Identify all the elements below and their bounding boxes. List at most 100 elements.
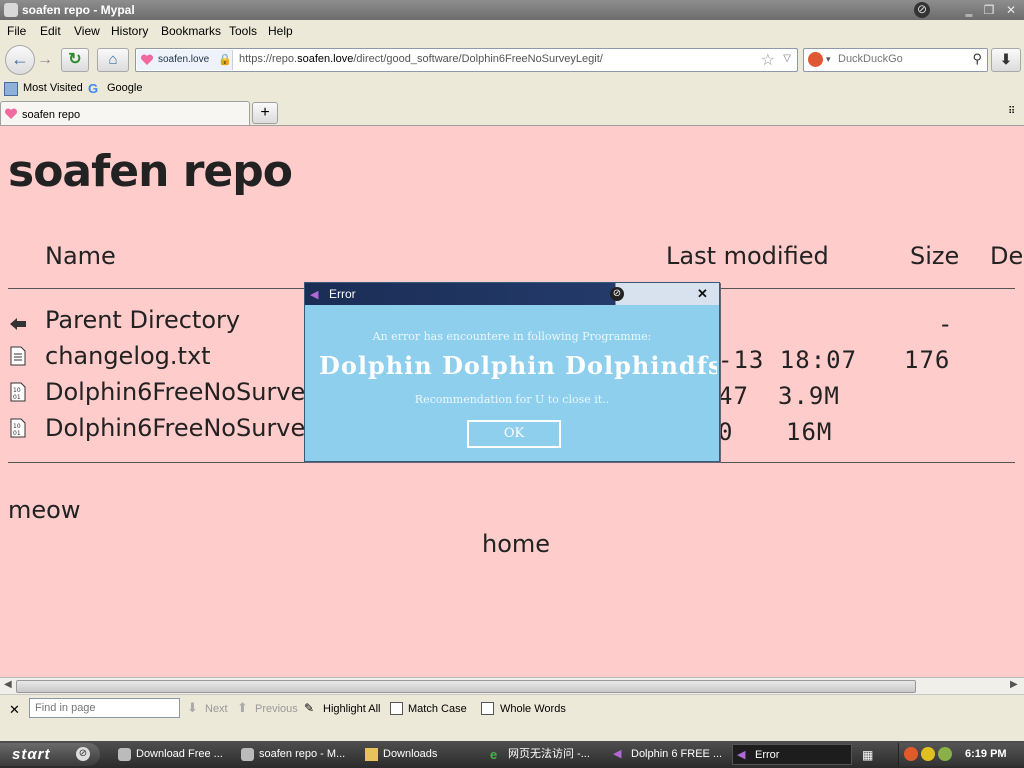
bookmarks-toolbar: Most Visited G Google	[0, 79, 1024, 99]
dialog-title: Error	[329, 287, 356, 301]
menu-history[interactable]: History	[111, 24, 148, 38]
column-header-last-modified[interactable]: Last modified	[666, 242, 829, 270]
reload-icon: ↻	[68, 51, 82, 68]
bookmark-google[interactable]: Google	[107, 82, 142, 94]
scrollbar-thumb[interactable]	[16, 680, 916, 693]
reload-button[interactable]: ↻	[61, 48, 89, 72]
file-size: 16M	[786, 418, 833, 446]
highlighter-icon: ✎	[304, 701, 315, 715]
file-link-changelog[interactable]: changelog.txt	[45, 342, 211, 370]
match-case-label[interactable]: Match Case	[408, 703, 467, 715]
find-next-button[interactable]: Next	[205, 703, 228, 715]
whole-words-label[interactable]: Whole Words	[500, 703, 566, 715]
forward-arrow-icon: →	[37, 51, 53, 68]
file-modified: -13 18:07	[718, 346, 858, 374]
mypal-icon	[241, 748, 254, 761]
task-ie-error-page[interactable]: e 网页无法访问 -...	[486, 744, 604, 765]
find-input[interactable]	[29, 698, 180, 718]
tab-label: soafen repo	[22, 109, 81, 121]
find-bar: ✕ ⬇ Next ⬆ Previous ✎ Highlight All Matc…	[0, 694, 1024, 723]
column-header-size[interactable]: Size	[910, 242, 959, 270]
task-soafen-repo[interactable]: soafen repo - M...	[237, 744, 355, 765]
find-previous-button[interactable]: Previous	[255, 703, 298, 715]
tray-app-icon[interactable]	[938, 747, 952, 761]
task-error[interactable]: ◀ Error	[732, 744, 852, 765]
minimize-button[interactable]: ‗	[962, 3, 976, 17]
column-header-description[interactable]: Des	[990, 242, 1024, 270]
site-identity-label: soafen.love	[158, 54, 210, 65]
file-link-dolphin-2[interactable]: Dolphin6FreeNoSurveyLe	[45, 414, 347, 442]
url-prefix: https://repo.	[239, 53, 298, 65]
bookmark-star-icon[interactable]: ☆	[761, 50, 775, 70]
keyboard-icon[interactable]: ▦	[862, 748, 873, 762]
close-button[interactable]: ✕	[1004, 3, 1018, 17]
column-header-name[interactable]: Name	[45, 242, 116, 270]
dialog-titlebar[interactable]: ◀ Error ⊘ ✕	[305, 283, 719, 305]
search-engine-dropdown-icon[interactable]: ▾	[826, 54, 831, 65]
match-case-checkbox[interactable]	[390, 702, 403, 715]
binary-file-icon: 1001	[10, 382, 26, 402]
tab-list-icon[interactable]: ⠿	[1008, 106, 1015, 117]
file-modified: 0	[718, 418, 734, 446]
bookmark-most-visited[interactable]: Most Visited	[23, 82, 83, 94]
menu-bookmarks[interactable]: Bookmarks	[161, 24, 221, 38]
task-label: Dolphin 6 FREE ...	[631, 748, 723, 760]
binary-file-icon: 1001	[10, 418, 26, 438]
heart-favicon-icon	[4, 108, 18, 119]
tray-app-icon[interactable]	[904, 747, 918, 761]
home-link[interactable]: home	[482, 530, 550, 558]
most-visited-icon	[4, 82, 18, 96]
dialog-help-icon[interactable]: ⊘	[610, 287, 624, 301]
highlight-all-button[interactable]: Highlight All	[323, 703, 380, 715]
tray-app-icon[interactable]	[921, 747, 935, 761]
menu-tools[interactable]: Tools	[229, 24, 257, 38]
start-orb-icon: ⊘	[76, 747, 90, 761]
menu-file[interactable]: File	[7, 24, 26, 38]
help-icon[interactable]: ⊘	[914, 2, 930, 18]
url-text[interactable]: https://repo.soafen.love/direct/good_sof…	[239, 53, 603, 65]
back-folder-icon	[10, 318, 26, 330]
tab-soafen-repo[interactable]: soafen repo	[0, 101, 250, 125]
home-button[interactable]: ⌂	[97, 48, 129, 72]
maximize-button[interactable]: ❐	[982, 3, 996, 17]
search-input[interactable]	[838, 53, 958, 65]
new-tab-button[interactable]: +	[252, 102, 278, 124]
file-size: 3.9M	[778, 382, 840, 410]
task-dolphin-free[interactable]: ◀ Dolphin 6 FREE ...	[609, 744, 727, 765]
menu-bar: File Edit View History Bookmarks Tools H…	[0, 20, 1024, 41]
svg-text:10: 10	[13, 423, 21, 430]
downloads-button[interactable]: ⬇	[991, 48, 1021, 72]
scroll-right-icon[interactable]: ▶	[1010, 679, 1018, 690]
duckduckgo-icon[interactable]	[808, 52, 823, 67]
home-icon: ⌂	[108, 51, 118, 68]
system-tray: 6:19 PM	[898, 743, 1024, 766]
svg-text:01: 01	[13, 430, 21, 437]
taskbar: stαrt ⊘ Download Free ... soafen repo - …	[0, 741, 1024, 768]
url-bar[interactable]: soafen.love 🔒 https://repo.soafen.love/d…	[135, 48, 798, 72]
svg-text:10: 10	[13, 387, 21, 394]
file-link-parent-directory[interactable]: Parent Directory	[45, 306, 240, 334]
forward-button[interactable]: →	[35, 50, 55, 70]
find-close-icon[interactable]: ✕	[9, 702, 20, 718]
dialog-close-icon[interactable]: ✕	[697, 286, 708, 302]
search-bar[interactable]: ▾ ⚲	[803, 48, 988, 72]
dolphin-app-icon: ◀	[310, 289, 319, 301]
scroll-left-icon[interactable]: ◀	[4, 679, 12, 690]
task-download-free[interactable]: Download Free ...	[114, 744, 232, 765]
ok-button[interactable]: OK	[467, 420, 561, 448]
site-identity-button[interactable]: soafen.love 🔒	[137, 50, 233, 70]
horizontal-scrollbar[interactable]: ◀ ▶	[0, 677, 1024, 694]
error-dialog: ◀ Error ⊘ ✕ An error has encountere in f…	[304, 282, 720, 462]
download-arrow-icon: ⬇	[1000, 51, 1012, 67]
menu-help[interactable]: Help	[268, 24, 293, 38]
menu-edit[interactable]: Edit	[40, 24, 61, 38]
back-button[interactable]: ←	[5, 45, 35, 75]
clock[interactable]: 6:19 PM	[965, 748, 1007, 760]
menu-view[interactable]: View	[74, 24, 100, 38]
task-downloads[interactable]: Downloads	[361, 744, 479, 765]
search-magnifier-icon[interactable]: ⚲	[972, 51, 982, 67]
file-link-dolphin-1[interactable]: Dolphin6FreeNoSurveyLe	[45, 378, 347, 406]
whole-words-checkbox[interactable]	[481, 702, 494, 715]
task-label: soafen repo - M...	[259, 748, 346, 760]
url-dropdown-icon[interactable]: ▽	[783, 53, 791, 64]
